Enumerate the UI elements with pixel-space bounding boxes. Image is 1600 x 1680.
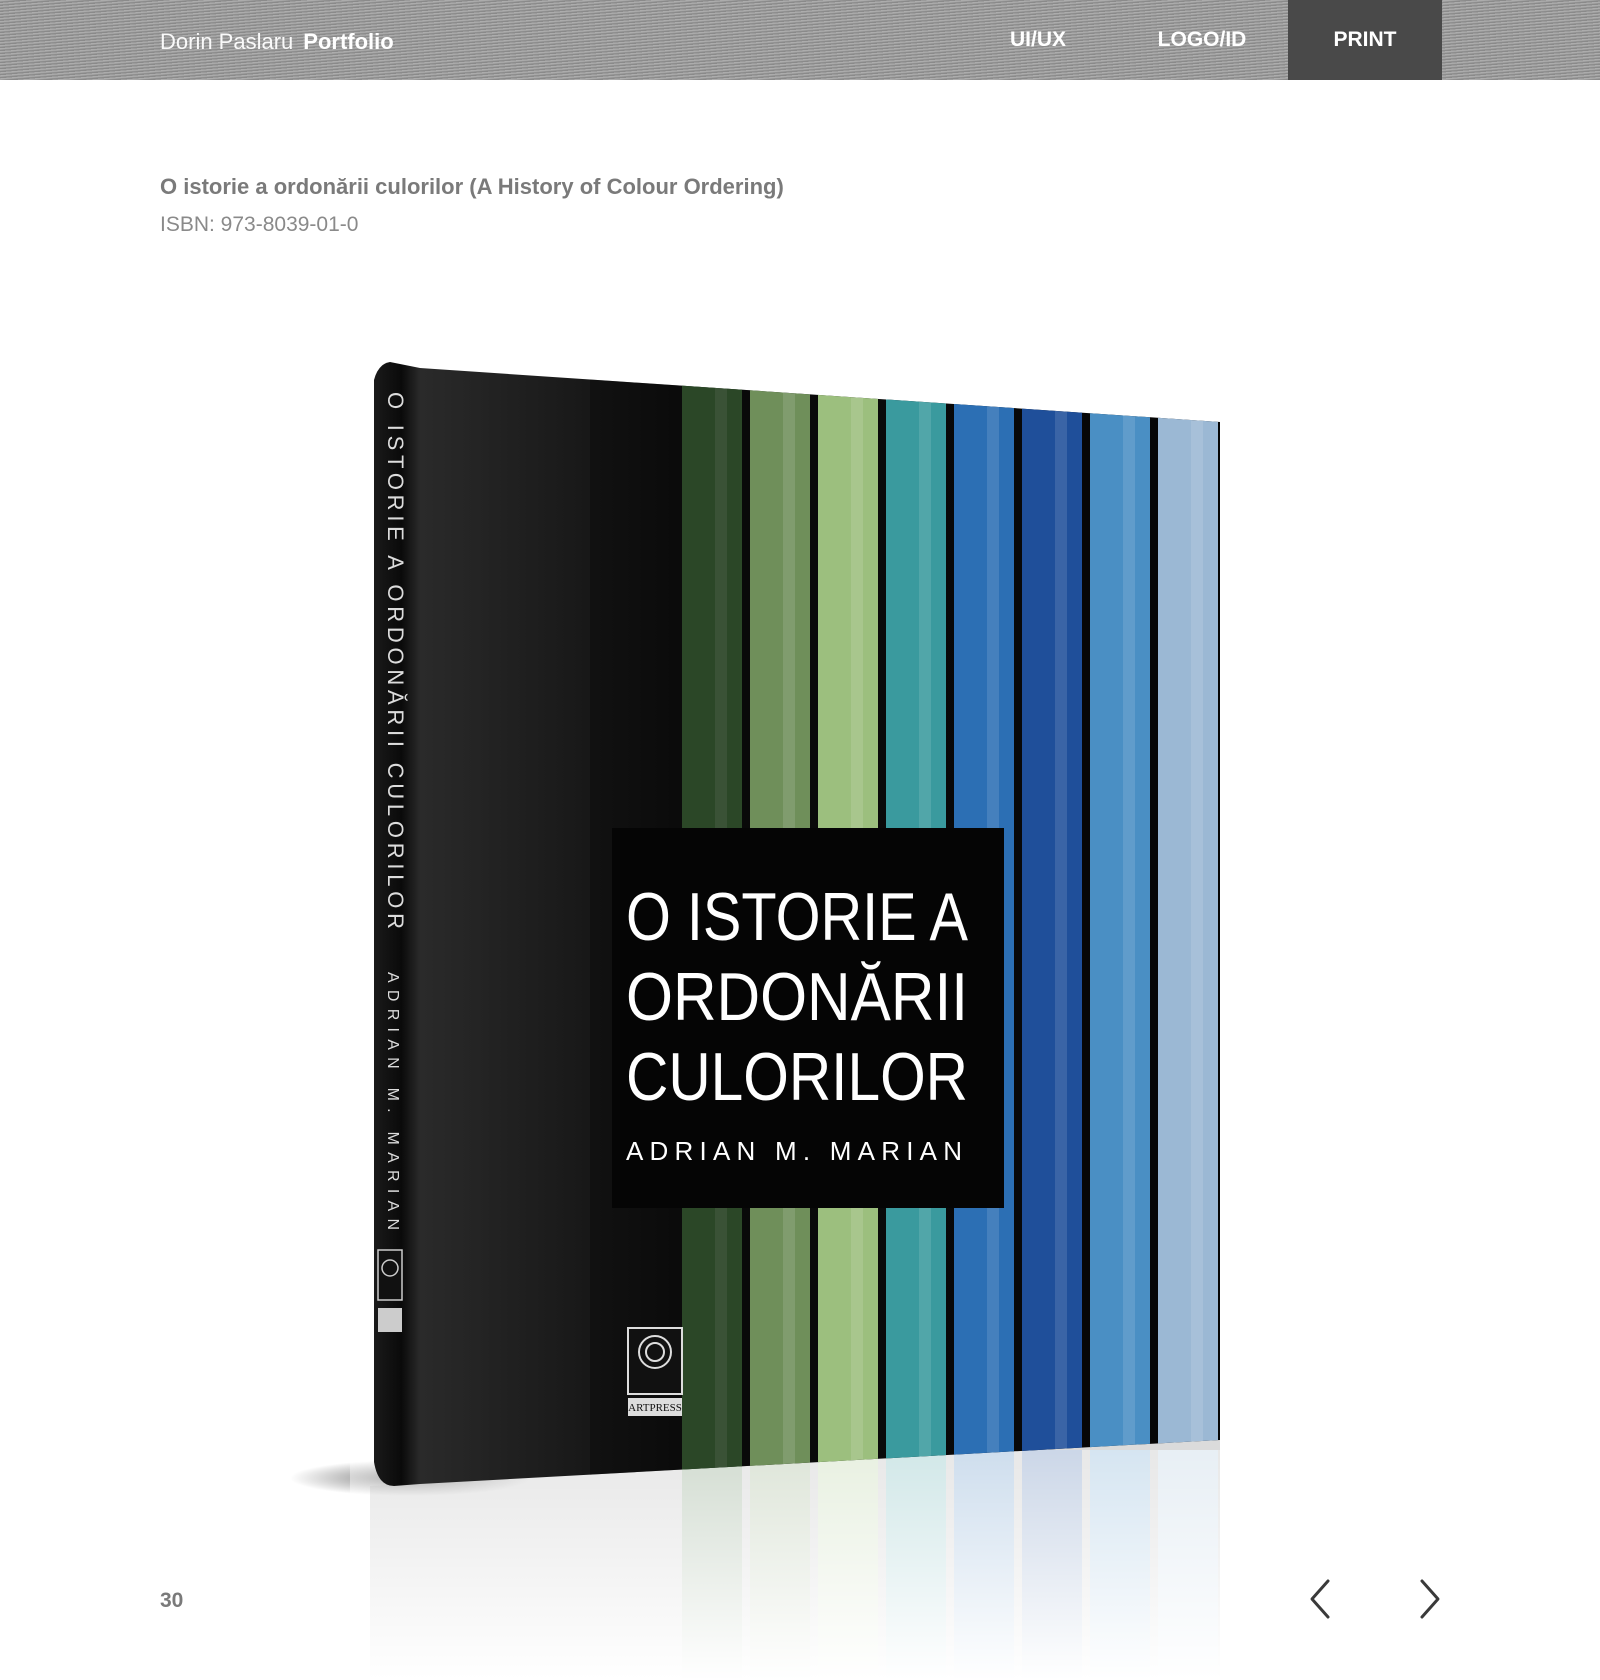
cover-stripe — [1022, 368, 1082, 1484]
cover-title-line-2: ORDONĂRII — [626, 959, 968, 1035]
book-mockup: O ISTORIE A ORDONĂRII CULORILOR ADRIAN M… — [290, 362, 1250, 1680]
publisher-logo: ARTPRESS — [627, 1327, 683, 1416]
chevron-left-icon — [1310, 1579, 1330, 1619]
project-title: O istorie a ordonării culorilor (A Histo… — [160, 174, 784, 199]
brand[interactable]: Dorin Paslaru Portfolio — [160, 29, 394, 55]
spine-title: O ISTORIE A ORDONĂRII CULORILOR — [383, 392, 408, 932]
cover-stripe-highlight — [1191, 368, 1203, 1484]
cover-stripe-highlight — [1123, 368, 1135, 1484]
nav-logo-id[interactable]: LOGO/ID — [1146, 0, 1258, 80]
previous-button[interactable] — [1300, 1575, 1340, 1623]
nav-uiux[interactable]: UI/UX — [990, 0, 1086, 80]
cover-title-line-1: O ISTORIE A — [626, 879, 969, 955]
page-number: 30 — [160, 1589, 184, 1612]
cover-stripe — [1090, 368, 1150, 1484]
cover-stripe-highlight — [1055, 368, 1067, 1484]
spine-logo — [377, 1249, 403, 1332]
top-bar: Dorin Paslaru Portfolio UI/UX LOGO/ID PRI… — [0, 0, 1600, 80]
brand-section: Portfolio — [303, 29, 394, 54]
next-button[interactable] — [1410, 1575, 1450, 1623]
cover-author: ADRIAN M. MARIAN — [626, 1136, 962, 1166]
publisher-logo-text: ARTPRESS — [628, 1402, 682, 1414]
chevron-right-icon — [1420, 1579, 1440, 1619]
book-cover-image: O ISTORIE A ORDONĂRII CULORILOR ADRIAN M… — [290, 350, 1250, 1680]
brand-name: Dorin Paslaru — [160, 29, 294, 54]
project-isbn: ISBN: 973-8039-01-0 — [160, 213, 359, 236]
nav-print[interactable]: PRINT — [1288, 0, 1442, 80]
cover-stripe — [1158, 368, 1218, 1484]
cover-title-line-3: CULORILOR — [626, 1039, 968, 1115]
spine-author: ADRIAN M. MARIAN — [384, 972, 401, 1232]
